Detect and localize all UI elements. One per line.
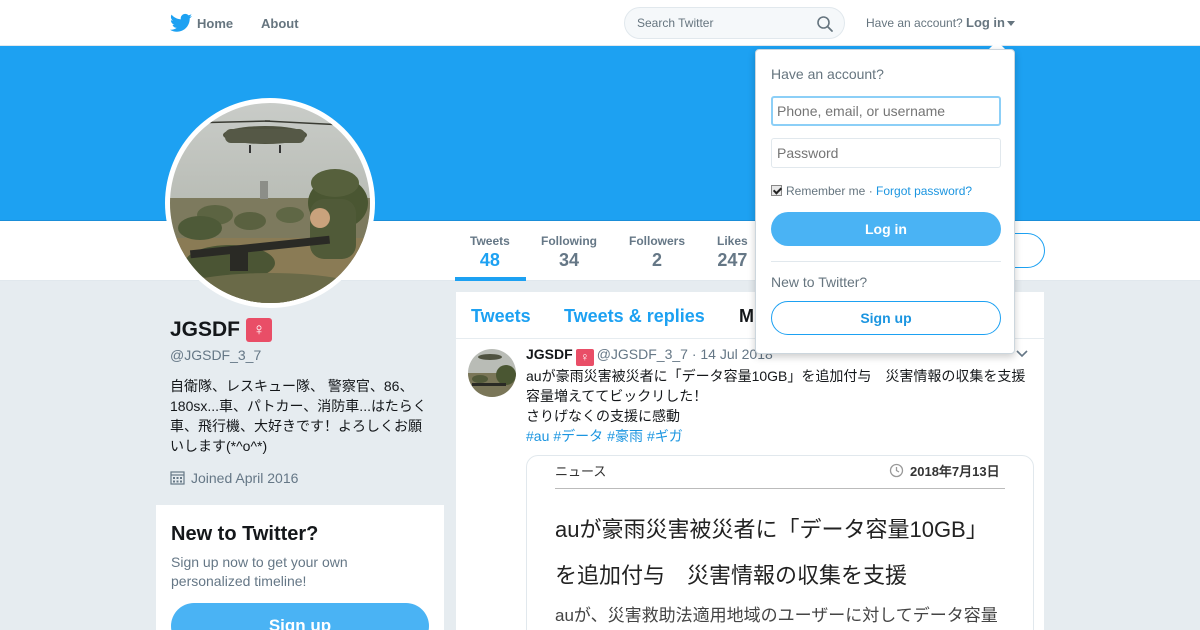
tab-tweets-and-replies[interactable]: Tweets & replies: [564, 306, 705, 327]
forgot-password-link[interactable]: Forgot password?: [876, 184, 972, 198]
have-account-text: Have an account?: [866, 16, 963, 30]
nav-about-link[interactable]: About: [261, 16, 299, 31]
remember-me-checkbox[interactable]: [771, 185, 782, 196]
tab-tweets[interactable]: Tweets: [471, 306, 531, 327]
avatar-image: [170, 103, 370, 303]
tweet-text-line: 容量増えててビックリした！: [526, 388, 708, 404]
tab-media[interactable]: M: [739, 306, 754, 327]
nav-home-link[interactable]: Home: [197, 16, 233, 31]
calendar-icon: [170, 471, 185, 485]
remember-me-label[interactable]: Remember me: [786, 184, 865, 198]
stat-value: 2: [652, 250, 663, 270]
chevron-down-icon[interactable]: [1016, 350, 1028, 358]
stat-followers[interactable]: Followers 2: [629, 234, 685, 271]
stat-value: 247: [717, 250, 748, 270]
tweet-header: JGSDF ♀ @JGSDF_3_7 · 14 Jul 2018: [526, 346, 773, 366]
stat-label: Following: [541, 234, 597, 248]
profile-bio: 自衛隊、レスキュー隊、 警察官、86、180sx...車、パトカー、消防車...…: [170, 378, 427, 454]
tweet-author-handle[interactable]: @JGSDF_3_7: [597, 346, 688, 362]
hashtag-link[interactable]: #データ: [553, 428, 603, 444]
dropdown-title: Have an account?: [771, 66, 884, 82]
hashtag-link[interactable]: #ギガ: [647, 428, 683, 444]
login-button[interactable]: Log in: [771, 212, 1001, 246]
twitter-bird-icon[interactable]: [170, 13, 192, 33]
new-to-twitter-title: New to Twitter?: [171, 523, 319, 545]
search-input[interactable]: Search Twitter: [637, 16, 713, 30]
tweet-text-line: auが豪雨災害被災者に「データ容量10GB」を追加付与 災害情報の収集を支援: [526, 368, 1026, 384]
stat-following[interactable]: Following 34: [541, 234, 597, 271]
media-date: 2018年7月13日: [889, 461, 1000, 480]
profile-avatar[interactable]: [165, 98, 375, 308]
media-headline: auが豪雨災害被災者に「データ容量10GB」: [555, 517, 988, 542]
tweet-avatar-photo: [468, 349, 516, 397]
search-box[interactable]: Search Twitter: [624, 7, 845, 39]
soldiers-helicopter-photo: [170, 103, 370, 303]
active-stat-underline: [455, 277, 526, 281]
stat-label: Likes: [717, 234, 748, 248]
media-divider: [555, 488, 1005, 489]
search-icon[interactable]: [816, 15, 834, 33]
stat-tweets[interactable]: Tweets 48: [470, 234, 510, 271]
dropdown-signup-button[interactable]: Sign up: [771, 301, 1001, 335]
tweet-author-name[interactable]: JGSDF: [526, 346, 573, 362]
clock-icon: [889, 463, 904, 478]
remember-separator: ·: [868, 184, 873, 198]
username-input[interactable]: [771, 96, 1001, 126]
stat-likes[interactable]: Likes 247: [717, 234, 748, 271]
female-sign-emoji: ♀: [246, 318, 273, 342]
stat-label: Followers: [629, 234, 686, 248]
login-dropdown: Have an account? Remember me · Forgot pa…: [755, 49, 1015, 354]
dropdown-divider: [771, 261, 1001, 262]
tweet-text: auが豪雨災害被災者に「データ容量10GB」を追加付与 災害情報の収集を支援 容…: [526, 366, 1031, 426]
tweet-text-line: さりげなくの支援に感動: [526, 408, 680, 424]
login-dropdown-toggle[interactable]: Log in: [966, 15, 1015, 30]
remember-me-row: Remember me · Forgot password?: [771, 184, 972, 198]
tweet-hashtags: #au #データ #豪雨 #ギガ: [526, 426, 687, 446]
new-to-twitter-description: Sign up now to get your own personalized…: [171, 554, 348, 589]
profile-name[interactable]: JGSDF ♀: [170, 318, 273, 342]
hashtag-link[interactable]: #豪雨: [607, 428, 643, 444]
caret-down-icon: [1007, 21, 1015, 27]
female-sign-emoji: ♀: [575, 349, 594, 366]
dropdown-new-to-twitter: New to Twitter?: [771, 274, 868, 290]
tweet-media-image[interactable]: ニュース 2018年7月13日 auが豪雨災害被災者に「データ容量10GB」 を…: [526, 455, 1034, 630]
stat-value: 34: [558, 250, 580, 270]
joined-text: Joined April 2016: [191, 470, 299, 486]
new-to-twitter-card: New to Twitter? Sign up now to get your …: [156, 505, 444, 630]
media-subtext: auが、災害救助法適用地域のユーザーに対してデータ容量: [555, 606, 998, 625]
tweet-separator: ·: [691, 346, 697, 362]
hashtag-link[interactable]: #au: [526, 428, 549, 444]
stat-value: 48: [479, 250, 500, 270]
stat-label: Tweets: [470, 234, 510, 248]
profile-name-text: JGSDF: [170, 318, 241, 341]
media-date-text: 2018年7月13日: [910, 464, 1000, 479]
media-headline: を追加付与 災害情報の収集を支援: [555, 563, 908, 588]
profile-handle[interactable]: @JGSDF_3_7: [170, 347, 261, 363]
password-input[interactable]: [771, 138, 1001, 168]
signup-button[interactable]: Sign up: [171, 603, 429, 630]
login-link-label: Log in: [966, 15, 1005, 30]
top-nav: Home About Search Twitter Have an accoun…: [0, 0, 1200, 46]
media-category: ニュース: [555, 464, 607, 479]
tweet-avatar[interactable]: [468, 349, 516, 397]
profile-joined: Joined April 2016: [170, 470, 298, 486]
